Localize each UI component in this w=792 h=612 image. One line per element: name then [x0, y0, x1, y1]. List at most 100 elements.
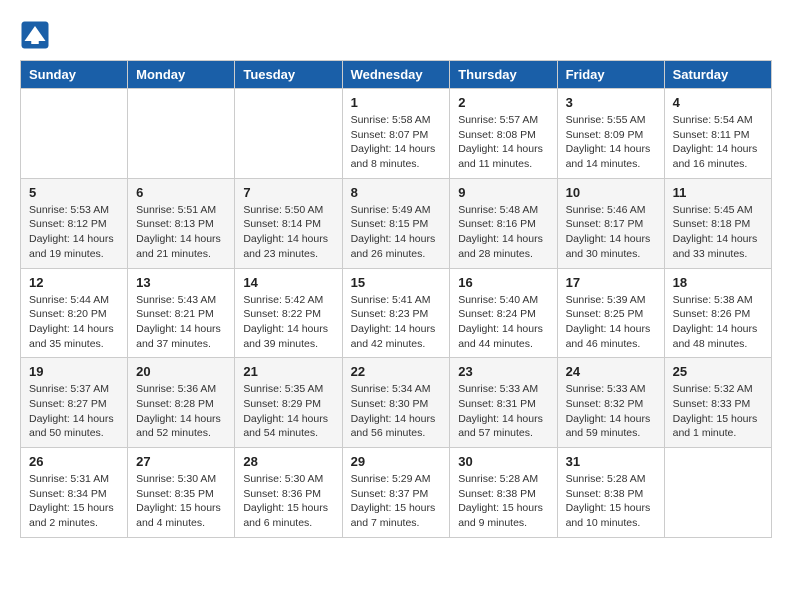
day-number: 21 [243, 364, 333, 379]
day-number: 4 [673, 95, 763, 110]
calendar-cell [235, 89, 342, 179]
day-number: 11 [673, 185, 763, 200]
calendar-cell: 10Sunrise: 5:46 AM Sunset: 8:17 PM Dayli… [557, 178, 664, 268]
calendar-week-1: 1 Sunrise: 5:58 AM Sunset: 8:07 PM Daylig… [21, 89, 772, 179]
day-number: 12 [29, 275, 119, 290]
calendar-cell: 7Sunrise: 5:50 AM Sunset: 8:14 PM Daylig… [235, 178, 342, 268]
day-header-saturday: Saturday [664, 61, 771, 89]
day-header-tuesday: Tuesday [235, 61, 342, 89]
calendar-cell: 15 Sunrise: 5:41 AM Sunset: 8:23 PM Dayli… [342, 268, 450, 358]
calendar-week-5: 26 Sunrise: 5:31 AM Sunset: 8:34 PM Dayli… [21, 448, 772, 538]
day-info: Sunrise: 5:28 AM Sunset: 8:38 PM Dayligh… [458, 472, 548, 531]
calendar-cell: 30 Sunrise: 5:28 AM Sunset: 8:38 PM Dayli… [450, 448, 557, 538]
calendar-cell: 22 Sunrise: 5:34 AM Sunset: 8:30 PM Dayli… [342, 358, 450, 448]
calendar-cell: 2 Sunrise: 5:57 AM Sunset: 8:08 PM Daylig… [450, 89, 557, 179]
day-info: Sunrise: 5:40 AM Sunset: 8:24 PM Dayligh… [458, 293, 548, 352]
calendar-cell: 28 Sunrise: 5:30 AM Sunset: 8:36 PM Dayli… [235, 448, 342, 538]
day-info: Sunrise: 5:57 AM Sunset: 8:08 PM Dayligh… [458, 113, 548, 172]
calendar-cell: 13 Sunrise: 5:43 AM Sunset: 8:21 PM Dayli… [128, 268, 235, 358]
day-info: Sunrise: 5:41 AM Sunset: 8:23 PM Dayligh… [351, 293, 442, 352]
day-info: Sunrise: 5:45 AM Sunset: 8:18 PM Dayligh… [673, 203, 763, 262]
day-info: Sunrise: 5:31 AM Sunset: 8:34 PM Dayligh… [29, 472, 119, 531]
day-info: Sunrise: 5:29 AM Sunset: 8:37 PM Dayligh… [351, 472, 442, 531]
calendar-cell: 1 Sunrise: 5:58 AM Sunset: 8:07 PM Daylig… [342, 89, 450, 179]
calendar-cell: 5 Sunrise: 5:53 AM Sunset: 8:12 PM Daylig… [21, 178, 128, 268]
calendar-cell: 14 Sunrise: 5:42 AM Sunset: 8:22 PM Dayli… [235, 268, 342, 358]
calendar-cell: 17 Sunrise: 5:39 AM Sunset: 8:25 PM Dayli… [557, 268, 664, 358]
calendar-cell: 20 Sunrise: 5:36 AM Sunset: 8:28 PM Dayli… [128, 358, 235, 448]
calendar-week-4: 19 Sunrise: 5:37 AM Sunset: 8:27 PM Dayli… [21, 358, 772, 448]
calendar-cell [128, 89, 235, 179]
day-number: 19 [29, 364, 119, 379]
calendar-cell: 3 Sunrise: 5:55 AM Sunset: 8:09 PM Daylig… [557, 89, 664, 179]
calendar-cell: 25Sunrise: 5:32 AM Sunset: 8:33 PM Dayli… [664, 358, 771, 448]
day-number: 17 [566, 275, 656, 290]
logo-icon [20, 20, 50, 50]
day-number: 9 [458, 185, 548, 200]
day-number: 10 [566, 185, 656, 200]
day-info: Sunrise: 5:30 AM Sunset: 8:36 PM Dayligh… [243, 472, 333, 531]
day-number: 28 [243, 454, 333, 469]
day-number: 22 [351, 364, 442, 379]
calendar-header-row: SundayMondayTuesdayWednesdayThursdayFrid… [21, 61, 772, 89]
day-info: Sunrise: 5:54 AM Sunset: 8:11 PM Dayligh… [673, 113, 763, 172]
day-number: 13 [136, 275, 226, 290]
calendar-cell: 21 Sunrise: 5:35 AM Sunset: 8:29 PM Dayli… [235, 358, 342, 448]
day-number: 5 [29, 185, 119, 200]
logo [20, 20, 54, 50]
page-header [20, 20, 772, 50]
calendar-cell: 16Sunrise: 5:40 AM Sunset: 8:24 PM Dayli… [450, 268, 557, 358]
day-info: Sunrise: 5:51 AM Sunset: 8:13 PM Dayligh… [136, 203, 226, 262]
day-info: Sunrise: 5:42 AM Sunset: 8:22 PM Dayligh… [243, 293, 333, 352]
day-number: 31 [566, 454, 656, 469]
day-info: Sunrise: 5:35 AM Sunset: 8:29 PM Dayligh… [243, 382, 333, 441]
day-number: 15 [351, 275, 442, 290]
day-header-monday: Monday [128, 61, 235, 89]
calendar-cell: 4 Sunrise: 5:54 AM Sunset: 8:11 PM Daylig… [664, 89, 771, 179]
day-info: Sunrise: 5:39 AM Sunset: 8:25 PM Dayligh… [566, 293, 656, 352]
day-info: Sunrise: 5:34 AM Sunset: 8:30 PM Dayligh… [351, 382, 442, 441]
calendar: SundayMondayTuesdayWednesdayThursdayFrid… [20, 60, 772, 538]
calendar-cell: 19 Sunrise: 5:37 AM Sunset: 8:27 PM Dayli… [21, 358, 128, 448]
day-info: Sunrise: 5:37 AM Sunset: 8:27 PM Dayligh… [29, 382, 119, 441]
calendar-cell: 11 Sunrise: 5:45 AM Sunset: 8:18 PM Dayli… [664, 178, 771, 268]
calendar-cell: 26 Sunrise: 5:31 AM Sunset: 8:34 PM Dayli… [21, 448, 128, 538]
day-number: 25 [673, 364, 763, 379]
day-number: 23 [458, 364, 548, 379]
day-info: Sunrise: 5:49 AM Sunset: 8:15 PM Dayligh… [351, 203, 442, 262]
day-number: 14 [243, 275, 333, 290]
day-info: Sunrise: 5:44 AM Sunset: 8:20 PM Dayligh… [29, 293, 119, 352]
day-header-wednesday: Wednesday [342, 61, 450, 89]
calendar-cell: 23 Sunrise: 5:33 AM Sunset: 8:31 PM Dayli… [450, 358, 557, 448]
day-info: Sunrise: 5:36 AM Sunset: 8:28 PM Dayligh… [136, 382, 226, 441]
day-info: Sunrise: 5:43 AM Sunset: 8:21 PM Dayligh… [136, 293, 226, 352]
calendar-cell: 18 Sunrise: 5:38 AM Sunset: 8:26 PM Dayli… [664, 268, 771, 358]
day-number: 20 [136, 364, 226, 379]
day-number: 3 [566, 95, 656, 110]
day-number: 18 [673, 275, 763, 290]
day-info: Sunrise: 5:33 AM Sunset: 8:32 PM Dayligh… [566, 382, 656, 441]
day-number: 26 [29, 454, 119, 469]
calendar-cell: 27Sunrise: 5:30 AM Sunset: 8:35 PM Dayli… [128, 448, 235, 538]
day-number: 2 [458, 95, 548, 110]
calendar-cell [664, 448, 771, 538]
calendar-week-2: 5 Sunrise: 5:53 AM Sunset: 8:12 PM Daylig… [21, 178, 772, 268]
day-info: Sunrise: 5:48 AM Sunset: 8:16 PM Dayligh… [458, 203, 548, 262]
calendar-cell: 12 Sunrise: 5:44 AM Sunset: 8:20 PM Dayli… [21, 268, 128, 358]
day-number: 6 [136, 185, 226, 200]
day-number: 8 [351, 185, 442, 200]
day-number: 27 [136, 454, 226, 469]
calendar-cell: 8 Sunrise: 5:49 AM Sunset: 8:15 PM Daylig… [342, 178, 450, 268]
day-number: 30 [458, 454, 548, 469]
day-header-sunday: Sunday [21, 61, 128, 89]
day-info: Sunrise: 5:53 AM Sunset: 8:12 PM Dayligh… [29, 203, 119, 262]
day-info: Sunrise: 5:58 AM Sunset: 8:07 PM Dayligh… [351, 113, 442, 172]
day-number: 1 [351, 95, 442, 110]
day-info: Sunrise: 5:38 AM Sunset: 8:26 PM Dayligh… [673, 293, 763, 352]
day-info: Sunrise: 5:55 AM Sunset: 8:09 PM Dayligh… [566, 113, 656, 172]
calendar-cell: 6 Sunrise: 5:51 AM Sunset: 8:13 PM Daylig… [128, 178, 235, 268]
calendar-week-3: 12 Sunrise: 5:44 AM Sunset: 8:20 PM Dayli… [21, 268, 772, 358]
day-info: Sunrise: 5:33 AM Sunset: 8:31 PM Dayligh… [458, 382, 548, 441]
day-header-thursday: Thursday [450, 61, 557, 89]
calendar-cell: 31Sunrise: 5:28 AM Sunset: 8:38 PM Dayli… [557, 448, 664, 538]
